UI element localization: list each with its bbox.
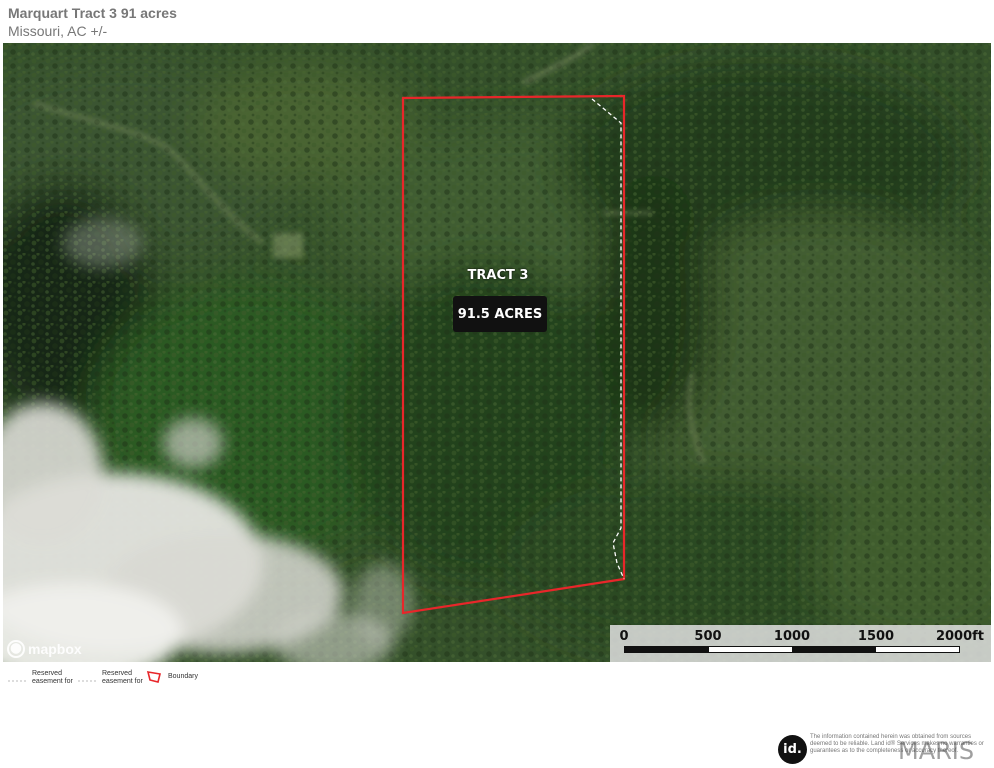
tract-label: TRACT 3 [467,268,529,283]
maris-watermark: MARIS [898,737,975,765]
map-subtitle: Missouri, AC +/- [8,23,108,39]
satellite-imagery [3,43,991,662]
scale-segment [875,647,959,652]
legend-item-easement-1: Reserved easement for [8,670,74,686]
acres-label: 91.5 ACRES [453,296,547,332]
scale-labels: 0 500 1000 1500 2000ft [610,629,991,645]
legend-item-boundary: Boundary [146,670,198,684]
scale-label-0: 0 [619,629,629,644]
scale-segment [792,647,876,652]
scale-label-1000: 1000 [773,629,811,644]
legend-label: Reserved easement for [32,670,73,685]
scale-label-1500: 1500 [857,629,895,644]
legend-label: Boundary [168,673,198,680]
mapbox-attribution[interactable]: ⬤ mapbox [7,640,82,658]
scale-segment [625,647,709,652]
dashed-line-icon [78,673,96,683]
scale-label-500: 500 [694,629,722,644]
header: Marquart Tract 3 91 acres Missouri, AC +… [8,4,177,40]
mapbox-icon: ⬤ [7,640,25,658]
dashed-line-icon [8,673,26,683]
map-title: Marquart Tract 3 91 acres [8,5,177,21]
boundary-polygon-icon [146,670,162,684]
satellite-map[interactable]: TRACT 3 91.5 ACRES ⬤ mapbox 0 500 1000 1… [3,43,991,662]
footer: id. The information contained herein was… [778,734,990,766]
mapbox-text: mapbox [28,641,82,657]
scale-label-2000: 2000ft [935,629,985,644]
legend-label: Reserved easement for [102,670,143,685]
land-id-logo: id. [778,735,807,764]
scale-ruler [624,646,960,653]
legend-item-easement-2: Reserved easement for [78,670,144,686]
scale-bar: 0 500 1000 1500 2000ft [610,625,991,662]
map-legend: Reserved easement for Reserved easement … [0,670,300,694]
scale-segment [708,647,792,652]
